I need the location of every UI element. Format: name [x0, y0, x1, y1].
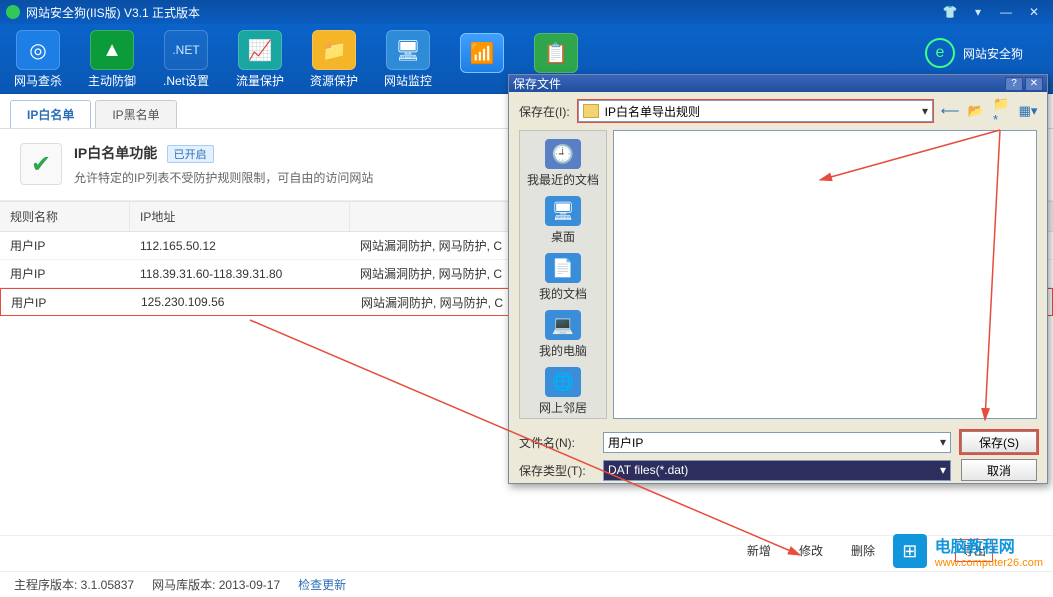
cell-rule-name: 用户IP — [0, 265, 130, 282]
dialog-save-button[interactable]: 保存(S) — [961, 431, 1037, 453]
app-title: 网站安全狗(IIS版) V3.1 正式版本 — [26, 4, 935, 21]
monitor-icon: 🖥 — [386, 30, 430, 70]
toolbar-defense-label: 主动防御 — [88, 72, 136, 89]
db-version-text: 网马库版本: 2013-09-17 — [152, 576, 280, 593]
dialog-file-list[interactable] — [613, 130, 1037, 419]
toolbar-resource[interactable]: 📁 资源保护 — [306, 30, 362, 93]
menu-dropdown-button[interactable]: ▾ — [965, 4, 991, 20]
action-delete[interactable]: 删除 — [851, 542, 875, 559]
toolbar-dotnet[interactable]: .NET .Net设置 — [158, 30, 214, 93]
tab-ip-whitelist[interactable]: IP白名单 — [10, 100, 91, 128]
enabled-check-icon: ✔ — [20, 143, 62, 185]
filetype-label: 保存类型(T): — [519, 462, 593, 479]
skin-button[interactable]: 👕 — [937, 4, 963, 20]
toolbar-router[interactable]: 📶 — [454, 33, 510, 93]
chevron-down-icon: ▾ — [940, 463, 946, 477]
cell-ip: 125.230.109.56 — [131, 295, 351, 309]
titlebar: 网站安全狗(IIS版) V3.1 正式版本 👕 ▾ — ✕ — [0, 0, 1053, 24]
watermark-icon: ⊞ — [893, 534, 927, 568]
brand-text: 网站安全狗 — [963, 45, 1023, 62]
places-network[interactable]: 🌐 网上邻居 — [520, 365, 606, 418]
places-desktop[interactable]: 🖥 桌面 — [520, 194, 606, 247]
toolbar-defense[interactable]: ▲ 主动防御 — [84, 30, 140, 93]
status-bar: 主程序版本: 3.1.05837 网马库版本: 2013-09-17 检查更新 — [0, 571, 1053, 597]
cell-ip: 112.165.50.12 — [130, 239, 350, 253]
app-logo-icon — [6, 5, 20, 19]
toolbar-dotnet-label: .Net设置 — [163, 72, 209, 89]
network-icon: 🌐 — [545, 367, 581, 397]
tab-ip-blacklist[interactable]: IP黑名单 — [95, 100, 176, 128]
filetype-value: DAT files(*.dat) — [608, 463, 688, 477]
folder-icon — [583, 104, 599, 118]
filename-value: 用户IP — [608, 434, 643, 451]
cell-rule-name: 用户IP — [0, 237, 130, 254]
action-add[interactable]: 新增 — [747, 542, 771, 559]
new-folder-icon[interactable]: 📁* — [993, 102, 1011, 120]
resource-icon: 📁 — [312, 30, 356, 70]
scan-icon: ◎ — [16, 30, 60, 70]
brand-area: e 网站安全狗 — [925, 38, 1023, 68]
panel-title: IP白名单功能 — [74, 145, 157, 161]
filename-input[interactable]: 用户IP ▾ — [603, 432, 951, 453]
toolbar-traffic-label: 流量保护 — [236, 72, 284, 89]
enabled-badge[interactable]: 已开启 — [167, 145, 214, 163]
watermark-title: 电脑教程网 — [935, 533, 1043, 557]
toolbar-scan[interactable]: ◎ 网马查杀 — [10, 30, 66, 93]
toolbar-monitor-label: 网站监控 — [384, 72, 432, 89]
col-ip-addr: IP地址 — [130, 202, 350, 231]
col-rule-name: 规则名称 — [0, 202, 130, 231]
dialog-title: 保存文件 — [513, 75, 561, 92]
brand-logo-icon: e — [925, 38, 955, 68]
dotnet-icon: .NET — [164, 30, 208, 70]
minimize-button[interactable]: — — [993, 4, 1019, 20]
recent-docs-icon: 🕘 — [545, 139, 581, 169]
toolbar-monitor[interactable]: 🖥 网站监控 — [380, 30, 436, 93]
desktop-icon: 🖥 — [545, 196, 581, 226]
panel-description: 允许特定的IP列表不受防护规则限制，可自由的访问网站 — [74, 169, 373, 186]
dialog-save-in-row: 保存在(I): IP白名单导出规则 ▾ ⟵ 📂 📁* ▦▾ — [509, 92, 1047, 130]
mycomputer-icon: 💻 — [545, 310, 581, 340]
cell-ip: 118.39.31.60-118.39.31.80 — [130, 267, 350, 281]
save-in-value: IP白名单导出规则 — [605, 103, 700, 120]
dialog-close-button[interactable]: ✕ — [1025, 77, 1043, 91]
watermark-url: www.computer26.com — [935, 557, 1043, 569]
places-recent[interactable]: 🕘 我最近的文档 — [520, 137, 606, 190]
save-in-label: 保存在(I): — [519, 103, 570, 120]
dialog-cancel-button[interactable]: 取消 — [961, 459, 1037, 481]
log-icon: 📋 — [534, 33, 578, 73]
save-in-combo[interactable]: IP白名单导出规则 ▾ — [578, 100, 933, 122]
close-button[interactable]: ✕ — [1021, 4, 1047, 20]
cell-rule-name: 用户IP — [1, 294, 131, 311]
filename-label: 文件名(N): — [519, 434, 593, 451]
chevron-down-icon: ▾ — [940, 435, 946, 449]
chevron-down-icon: ▾ — [922, 104, 928, 118]
view-mode-icon[interactable]: ▦▾ — [1019, 102, 1037, 120]
up-folder-icon[interactable]: 📂 — [967, 102, 985, 120]
save-file-dialog: 保存文件 ? ✕ 保存在(I): IP白名单导出规则 ▾ ⟵ 📂 📁* ▦▾ 🕘… — [508, 74, 1048, 484]
dialog-places-bar: 🕘 我最近的文档 🖥 桌面 📄 我的文档 💻 我的电脑 🌐 网上邻居 — [519, 130, 607, 419]
toolbar-scan-label: 网马查杀 — [14, 72, 62, 89]
main-version-text: 主程序版本: 3.1.05837 — [14, 576, 134, 593]
dialog-titlebar: 保存文件 ? ✕ — [509, 75, 1047, 92]
mydocs-icon: 📄 — [545, 253, 581, 283]
filetype-combo[interactable]: DAT files(*.dat) ▾ — [603, 460, 951, 481]
check-update-link[interactable]: 检查更新 — [298, 576, 346, 593]
action-edit[interactable]: 修改 — [799, 542, 823, 559]
watermark: ⊞ 电脑教程网 www.computer26.com — [893, 533, 1043, 569]
back-icon[interactable]: ⟵ — [941, 102, 959, 120]
dialog-help-button[interactable]: ? — [1005, 77, 1023, 91]
router-icon: 📶 — [460, 33, 504, 73]
shield-icon: ▲ — [90, 30, 134, 70]
toolbar-traffic[interactable]: 📈 流量保护 — [232, 30, 288, 93]
traffic-icon: 📈 — [238, 30, 282, 70]
places-mydocs[interactable]: 📄 我的文档 — [520, 251, 606, 304]
places-mycomputer[interactable]: 💻 我的电脑 — [520, 308, 606, 361]
toolbar-resource-label: 资源保护 — [310, 72, 358, 89]
